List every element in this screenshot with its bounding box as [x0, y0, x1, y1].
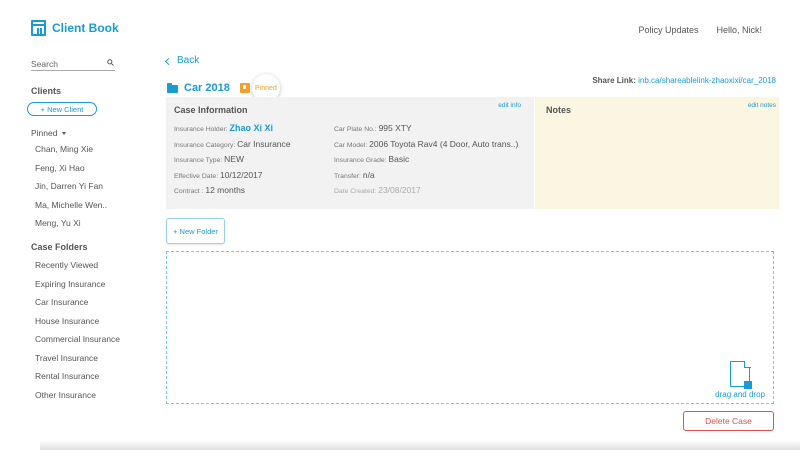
pin-icon — [239, 83, 250, 93]
notes-panel[interactable]: Notes edit notes — [535, 97, 779, 209]
pinned-label: Pinned — [31, 128, 58, 138]
sidebar: Clients + New Client Pinned Chan, Ming X… — [27, 55, 131, 400]
delete-case-button[interactable]: Delete Case — [683, 411, 774, 431]
drag-and-drop-target[interactable]: drag and drop — [715, 360, 765, 399]
notes-title: Notes — [546, 105, 572, 115]
share-url[interactable]: inb.ca/shareablelink-zhaoxixi/car_2018 — [638, 76, 776, 85]
transfer-field: Transfer: n/a — [334, 170, 375, 180]
policy-updates-link[interactable]: Policy Updates — [638, 25, 698, 35]
insurance-holder-link[interactable]: Zhao Xi Xi — [230, 123, 274, 133]
insurance-holder-field: Insurance Holder: Zhao Xi Xi — [174, 123, 274, 133]
folder-item-car[interactable]: Car Insurance — [31, 297, 131, 307]
case-information-panel: Case Information edit info Insurance Hol… — [166, 97, 534, 209]
clients-heading: Clients — [31, 86, 62, 96]
car-plate-field: Car Plate No.: 995 XTY — [334, 123, 412, 133]
share-label: Share Link: — [592, 76, 636, 85]
chevron-left-icon — [164, 57, 173, 65]
top-nav: Policy Updates Hello, Nick! — [638, 25, 762, 35]
pinned-client-item[interactable]: Ma, Michelle Wen.. — [31, 200, 131, 210]
folder-icon — [167, 83, 178, 93]
top-bar: Client Book Policy Updates Hello, Nick! — [0, 0, 800, 55]
drag-and-drop-label: drag and drop — [715, 390, 765, 399]
share-link: Share Link: inb.ca/shareablelink-zhaoxix… — [592, 76, 776, 85]
bottom-shadow — [40, 440, 800, 450]
pinned-client-item[interactable]: Jin, Darren Yi Fan — [31, 181, 131, 191]
case-information-title: Case Information — [174, 105, 248, 115]
folder-item-house[interactable]: House Insurance — [31, 316, 131, 326]
app-logo[interactable]: Client Book — [31, 20, 119, 36]
pinned-client-item[interactable]: Feng, Xi Hao — [31, 163, 131, 173]
pinned-toggle[interactable]: Pinned — [31, 128, 131, 138]
search-input[interactable] — [31, 57, 101, 70]
file-upload-icon — [730, 360, 753, 389]
new-folder-button[interactable]: + New Folder — [166, 218, 225, 244]
caret-down-icon — [62, 131, 67, 135]
edit-info-link[interactable]: edit info — [498, 102, 521, 109]
folder-item-recently-viewed[interactable]: Recently Viewed — [31, 260, 131, 270]
search-box — [31, 57, 115, 71]
search-icon[interactable] — [107, 59, 114, 66]
contract-field: Contract : 12 months — [174, 185, 246, 195]
folder-item-travel[interactable]: Travel Insurance — [31, 353, 131, 363]
folder-item-other[interactable]: Other Insurance — [31, 390, 131, 400]
car-model-field: Car Model: 2006 Toyota Rav4 (4 Door, Aut… — [334, 139, 519, 149]
folder-item-rental[interactable]: Rental Insurance — [31, 371, 131, 381]
new-client-button[interactable]: + New Client — [27, 102, 97, 116]
folder-item-expiring[interactable]: Expiring Insurance — [31, 279, 131, 289]
pinned-client-item[interactable]: Meng, Yu Xi — [31, 218, 131, 228]
pinned-client-item[interactable]: Chan, Ming Xie — [31, 144, 131, 154]
edit-notes-link[interactable]: edit notes — [748, 102, 776, 109]
pinned-clients-list: Chan, Ming Xie Feng, Xi Hao Jin, Darren … — [31, 144, 131, 228]
case-name: Car 2018 — [184, 82, 230, 94]
insurance-category-field: Insurance Category: Car Insurance — [174, 139, 291, 149]
book-logo-icon — [31, 20, 46, 36]
effective-date-field: Effective Date: 10/12/2017 — [174, 170, 263, 180]
user-greeting[interactable]: Hello, Nick! — [716, 25, 762, 35]
app-title: Client Book — [52, 21, 119, 35]
insurance-grade-field: Insurance Grade: Basic — [334, 154, 410, 164]
back-label: Back — [177, 55, 200, 66]
back-button[interactable]: Back — [164, 55, 200, 66]
case-folders-heading: Case Folders — [31, 242, 88, 252]
date-created-field: Date Created: 23/08/2017 — [334, 185, 421, 195]
folder-item-commercial[interactable]: Commercial Insurance — [31, 334, 131, 344]
insurance-type-field: Insurance Type: NEW — [174, 154, 244, 164]
file-drop-zone[interactable]: drag and drop — [166, 251, 774, 404]
case-folders-list: Recently Viewed Expiring Insurance Car I… — [31, 260, 131, 400]
